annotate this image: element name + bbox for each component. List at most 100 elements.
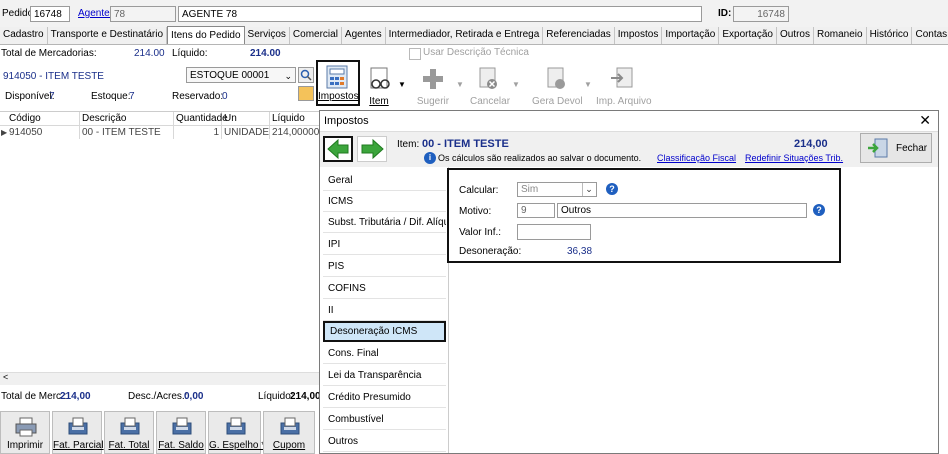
usar-descricao-checkbox[interactable] — [409, 48, 421, 60]
estoque-select[interactable]: ESTOQUE 00001 ⌄ — [186, 67, 296, 83]
col-quantidade[interactable]: Quantidade — [174, 112, 228, 125]
bottom-button-2[interactable]: Fat. Total — [104, 411, 154, 454]
nav-item-6[interactable]: II — [323, 300, 446, 321]
close-icon[interactable]: ✕ — [919, 112, 931, 129]
gera-devol-button[interactable]: Gera Devol — [532, 66, 583, 107]
cell-quantidade: 1 — [174, 126, 222, 139]
scroll-left-icon[interactable]: < — [3, 372, 8, 382]
row-pointer-icon: ▶ — [1, 128, 8, 137]
dialog-titlebar: Impostos ✕ — [320, 111, 938, 132]
motivo-help-icon[interactable]: ? — [813, 204, 825, 216]
reservado-label: Reservado: — [172, 91, 224, 102]
item-button[interactable]: Item — [364, 66, 394, 107]
valor-inf-field[interactable] — [517, 224, 591, 240]
redefinir-situacoes-link[interactable]: Redefinir Situações Trib. — [745, 151, 843, 165]
col-descricao[interactable]: Descrição — [80, 112, 174, 125]
nav-item-4[interactable]: PIS — [323, 256, 446, 277]
agente-code-field[interactable]: 78 — [110, 6, 176, 22]
previous-item-button[interactable] — [323, 136, 353, 162]
total-mercadorias-value: 214.00 — [134, 48, 165, 59]
col-codigo[interactable]: Código — [0, 112, 80, 125]
nav-item-9[interactable]: Lei da Transparência — [323, 365, 446, 386]
invoice-icon — [172, 417, 192, 435]
tab-6[interactable]: Intermediador, Retirada e Entrega — [386, 27, 544, 44]
bottom-button-4[interactable]: G. Espelho * — [208, 411, 265, 454]
tab-4[interactable]: Comercial — [290, 27, 342, 44]
bottom-button-label: Fat. Total — [108, 440, 150, 451]
search-icon[interactable] — [298, 67, 314, 83]
tab-7[interactable]: Referenciadas — [543, 27, 615, 44]
next-item-button[interactable] — [357, 136, 387, 162]
invoice-icon — [68, 417, 88, 435]
horizontal-scrollbar[interactable]: < — [0, 372, 320, 385]
disponivel-value: 7 — [49, 91, 55, 102]
motivo-code-field[interactable]: 9 — [517, 203, 555, 218]
sugerir-button[interactable]: Sugerir — [416, 66, 450, 107]
fechar-button[interactable]: Fechar — [860, 133, 932, 163]
desoneracao-value: 36,38 — [567, 246, 593, 257]
impostos-label: Impostos — [318, 91, 359, 102]
cancelar-button[interactable]: Cancelar — [470, 66, 510, 107]
nav-item-0[interactable]: Geral — [323, 170, 446, 191]
main-tabs: Cadastro Transporte e Destinatário Itens d… — [0, 26, 948, 45]
nav-item-1[interactable]: ICMS — [323, 191, 446, 212]
nav-item-2[interactable]: Subst. Tributária / Dif. Alíquota — [323, 212, 446, 233]
tab-13[interactable]: Histórico — [867, 27, 913, 44]
agente-link[interactable]: Agente: — [78, 7, 112, 21]
bottom-button-label: Fat. Saldo — [158, 440, 204, 451]
imp-arquivo-button[interactable]: Imp. Arquivo — [596, 66, 652, 107]
tab-11[interactable]: Outros — [777, 27, 814, 44]
pedido-field[interactable]: 16748 — [30, 6, 70, 22]
cancelar-dropdown-arrow-icon[interactable]: ▼ — [512, 80, 520, 89]
bottom-button-label: Fat. Parcial — [53, 440, 104, 451]
bottom-button-0[interactable]: Imprimir — [0, 411, 50, 454]
sugerir-dropdown-arrow-icon[interactable]: ▼ — [456, 80, 464, 89]
col-un[interactable]: Un — [222, 112, 270, 125]
bottom-button-3[interactable]: Fat. Saldo — [156, 411, 206, 454]
gera-devol-dropdown-arrow-icon[interactable]: ▼ — [584, 80, 592, 89]
id-field: 16748 — [733, 6, 789, 22]
reservado-value: 0 — [222, 91, 228, 102]
folder-icon[interactable] — [298, 86, 314, 101]
tab-3[interactable]: Serviços — [245, 27, 290, 44]
nav-item-5[interactable]: COFINS — [323, 278, 446, 299]
nav-item-12[interactable]: Outros — [323, 431, 446, 452]
impostos-button[interactable]: Impostos — [316, 60, 360, 106]
tab-0[interactable]: Cadastro — [0, 27, 48, 44]
calcular-help-icon[interactable]: ? — [606, 183, 618, 195]
tab-12[interactable]: Romaneio — [814, 27, 867, 44]
col-liquido[interactable]: Líquido — [270, 112, 320, 125]
tab-14[interactable]: Contas — [912, 27, 948, 44]
motivo-desc-field[interactable]: Outros — [557, 203, 807, 218]
classificacao-fiscal-link[interactable]: Classificação Fiscal — [657, 151, 736, 165]
bottom-button-1[interactable]: Fat. Parcial — [52, 411, 104, 454]
id-label: ID: — [718, 8, 732, 19]
document-header: Pedido: 16748 Agente: 78 AGENTE 78 ID: 1… — [0, 0, 948, 28]
nav-item-7[interactable]: Desoneração ICMS — [323, 321, 446, 342]
item-dropdown-arrow-icon[interactable]: ▼ — [398, 80, 406, 89]
nav-item-8[interactable]: Cons. Final — [323, 343, 446, 364]
tab-9[interactable]: Importação — [662, 27, 720, 44]
plus-icon — [423, 69, 443, 89]
printer-icon — [15, 417, 37, 437]
table-row[interactable]: ▶ 914050 00 - ITEM TESTE 1 UNIDADE 214,0… — [0, 126, 320, 139]
tab-1[interactable]: Transporte e Destinatário — [48, 27, 168, 44]
import-file-icon — [611, 67, 633, 88]
valor-inf-label: Valor Inf.: — [459, 227, 502, 238]
tab-2[interactable]: Itens do Pedido — [167, 26, 245, 44]
nav-item-3[interactable]: IPI — [323, 234, 446, 255]
tab-5[interactable]: Agentes — [342, 27, 386, 44]
tab-10[interactable]: Exportação — [719, 27, 777, 44]
nav-item-10[interactable]: Crédito Presumido — [323, 387, 446, 408]
agente-name-field[interactable]: AGENTE 78 — [178, 6, 702, 22]
cell-codigo: 914050 — [9, 127, 43, 138]
dialog-total: 214,00 — [794, 138, 828, 150]
document-glasses-icon — [370, 67, 390, 89]
arrow-right-icon — [361, 138, 384, 160]
calcular-select[interactable]: Sim ⌄ — [517, 182, 597, 197]
bottom-button-label: Cupom — [272, 440, 306, 451]
nav-item-11[interactable]: Combustível — [323, 409, 446, 430]
footer-total-label: Total de Merc.: — [1, 391, 67, 402]
tab-8[interactable]: Impostos — [615, 27, 663, 44]
bottom-button-5[interactable]: Cupom — [263, 411, 315, 454]
